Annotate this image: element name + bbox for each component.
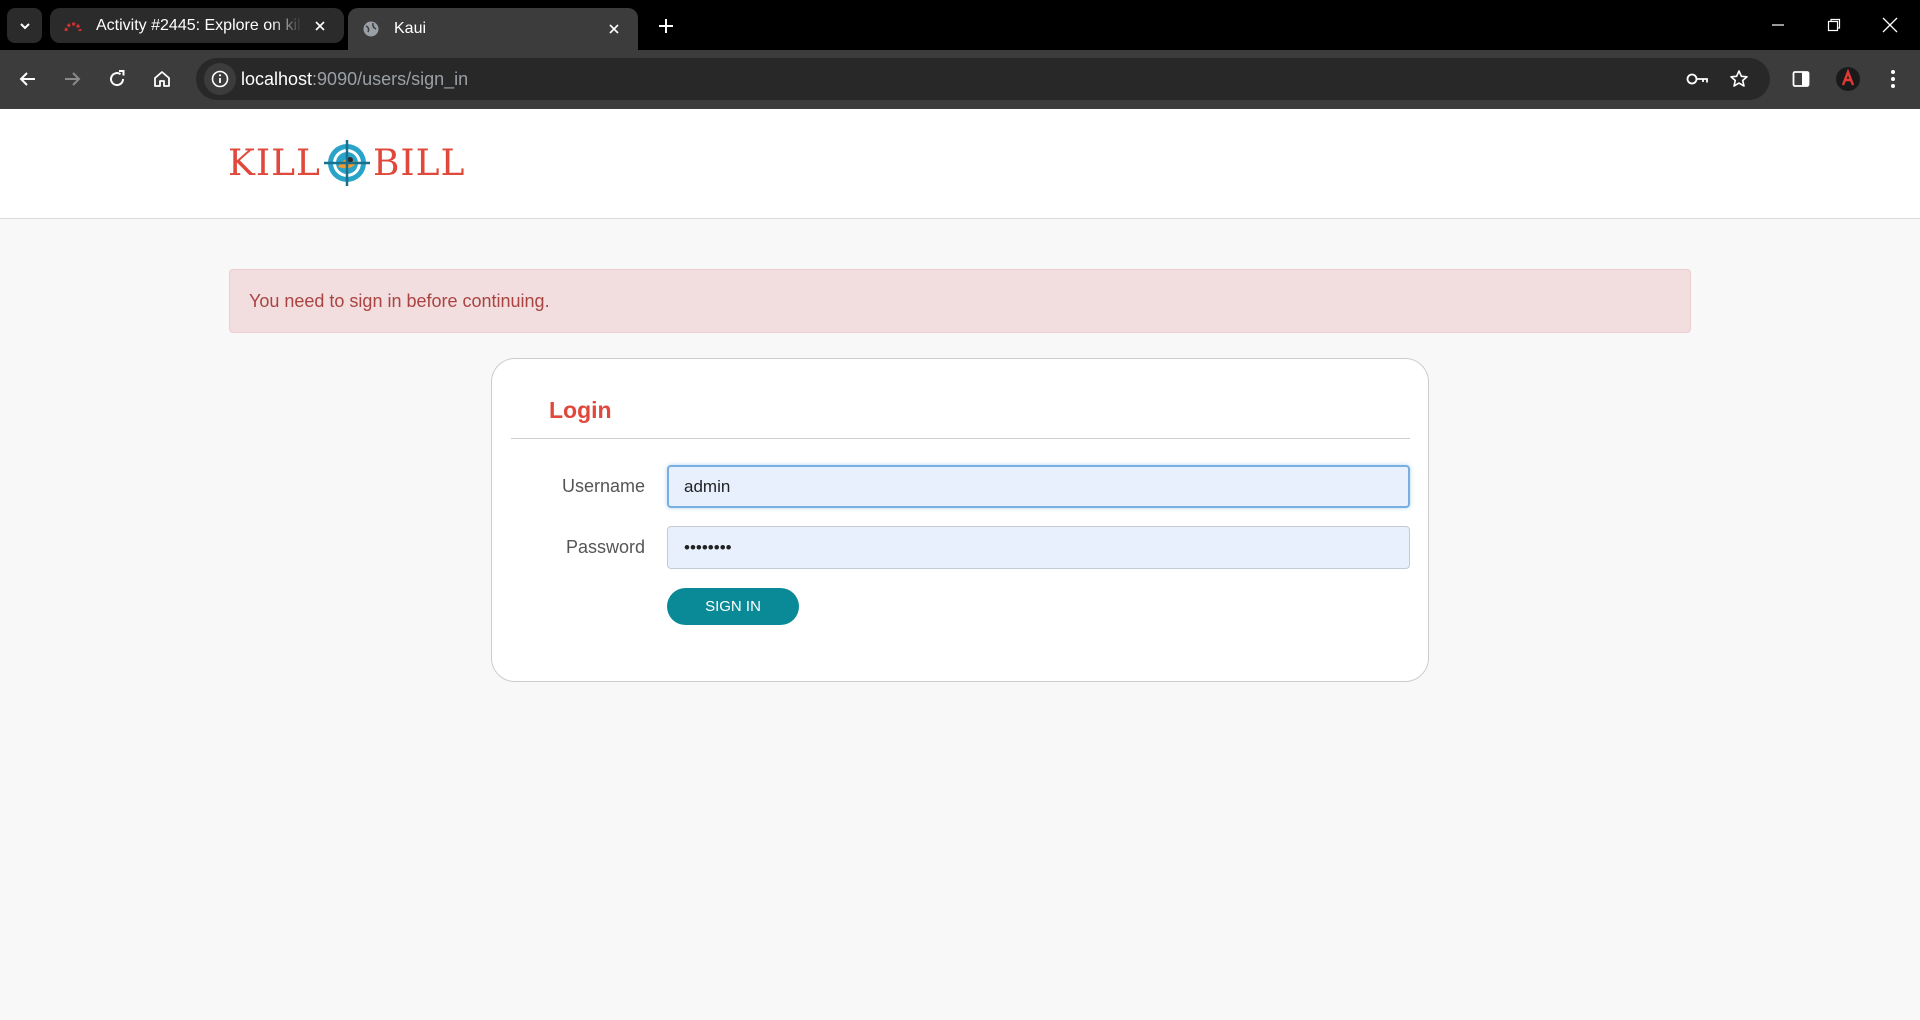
url-text: localhost:9090/users/sign_in [241,69,468,90]
chevron-down-icon [19,22,30,29]
restore-icon [1827,18,1841,32]
tab-kaui[interactable]: Kaui [348,8,638,50]
close-window-button[interactable] [1862,0,1918,50]
close-icon[interactable] [604,19,624,39]
alert-message: You need to sign in before continuing. [229,269,1691,333]
bookmark-button[interactable] [1723,63,1755,95]
tab-title: Activity #2445: Explore on killbill [96,16,302,34]
arrow-left-icon [19,72,35,86]
info-icon [211,70,229,88]
url-path: :9090/users/sign_in [312,69,469,89]
avatar-icon [1836,67,1860,91]
key-icon [1686,73,1708,85]
close-icon [1882,17,1898,33]
password-key-button[interactable] [1682,63,1714,95]
browser-toolbar: localhost:9090/users/sign_in [0,50,1920,109]
username-label: Username [561,476,645,496]
tab-search-button[interactable] [7,8,42,43]
side-panel-button[interactable] [1784,62,1818,96]
kebab-menu-icon [1891,70,1895,88]
url-host: localhost [241,69,313,89]
back-button[interactable] [11,62,45,96]
login-title: Login [549,397,612,423]
divider [511,438,1410,439]
star-icon [1730,70,1748,87]
side-panel-icon [1792,71,1810,87]
minimize-button[interactable] [1750,0,1806,50]
reload-icon [110,70,125,87]
login-panel: Login Username Password •••••••• SIGN IN [491,358,1429,682]
logo-text-left: KILL [228,142,321,184]
close-icon[interactable] [310,16,330,36]
killbill-logo[interactable]: KILL BILL [228,137,465,189]
browser-tab-strip: Activity #2445: Explore on killbill Kaui [0,0,1920,50]
tab-title: Kaui [394,20,427,37]
site-header: KILL BILL [0,109,1920,219]
profile-avatar-button[interactable] [1831,62,1865,96]
crosshair-target-icon [323,140,370,186]
home-button[interactable] [145,62,179,96]
tab-activity[interactable]: Activity #2445: Explore on killbill [50,8,344,43]
reload-button[interactable] [100,62,134,96]
minimize-icon [1772,24,1784,26]
site-info-button[interactable] [204,63,236,95]
redmine-favicon-icon [64,17,82,35]
address-bar[interactable]: localhost:9090/users/sign_in [196,58,1770,100]
globe-icon [362,20,380,38]
home-icon [154,71,170,87]
plus-icon [659,19,673,33]
username-input[interactable] [667,465,1410,508]
forward-button[interactable] [55,62,89,96]
menu-button[interactable] [1876,62,1910,96]
password-input[interactable]: •••••••• [667,526,1410,569]
restore-button[interactable] [1806,0,1862,50]
logo-text-right: BILL [372,142,466,184]
sign-in-button[interactable]: SIGN IN [667,588,799,625]
password-label: Password [565,537,645,557]
arrow-right-icon [65,72,81,86]
new-tab-button[interactable] [652,12,680,40]
